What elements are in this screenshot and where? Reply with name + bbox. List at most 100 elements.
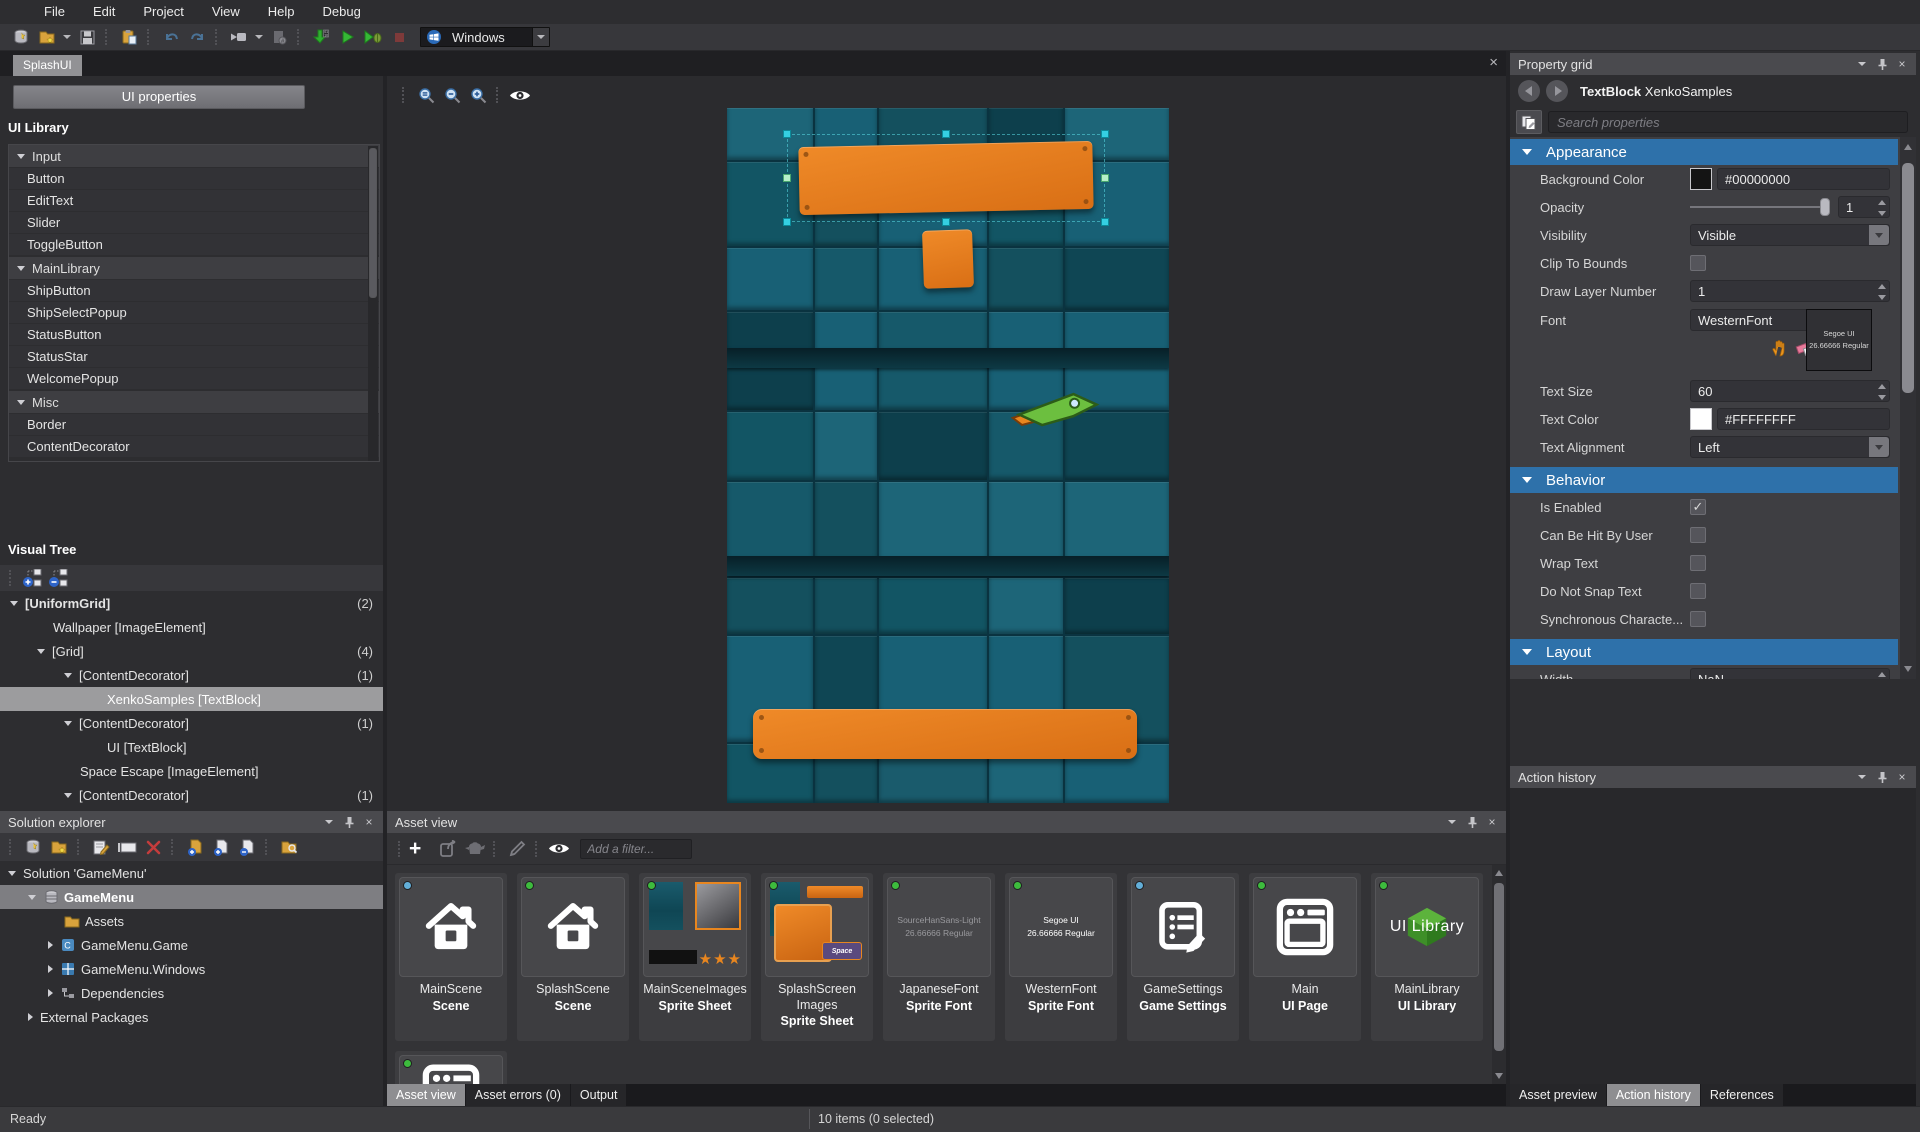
search-properties-input[interactable] [1548, 111, 1908, 133]
asset-tile[interactable]: Main UI Page [1249, 873, 1361, 1041]
color-value-field[interactable]: #FFFFFFFF [1717, 408, 1890, 430]
asset-view-tab[interactable]: Asset errors (0) [465, 1084, 570, 1106]
copy-properties-icon[interactable] [1516, 110, 1542, 134]
checkbox[interactable]: ✓ [1690, 499, 1706, 515]
new-project-icon[interactable] [9, 26, 33, 48]
visual-tree-row[interactable]: TouchStart [TextBlock] [0, 807, 383, 811]
tab-splashui[interactable]: SplashUI [13, 55, 82, 76]
panel-menu-icon[interactable] [1444, 815, 1460, 829]
visual-tree-row[interactable]: Wallpaper [ImageElement] [0, 615, 383, 639]
rename-icon[interactable] [115, 836, 139, 858]
visual-tree-row[interactable]: [ContentDecorator] (1) [0, 663, 383, 687]
add-asset-button[interactable]: + [409, 838, 426, 859]
dropdown[interactable]: Visible [1690, 224, 1890, 246]
stop-icon[interactable] [387, 26, 411, 48]
export-icon[interactable] [437, 838, 461, 860]
color-swatch[interactable] [1690, 168, 1712, 190]
close-icon[interactable]: × [1894, 770, 1910, 784]
visual-tree-row[interactable]: UI [TextBlock] [0, 735, 383, 759]
visual-tree-row[interactable]: Space Escape [ImageElement] [0, 759, 383, 783]
save-icon[interactable] [75, 26, 99, 48]
new-project-icon[interactable] [21, 836, 45, 858]
visibility-icon[interactable] [508, 84, 532, 106]
selection-handle[interactable] [942, 218, 950, 226]
pick-font-icon[interactable] [1766, 337, 1790, 359]
selection-handle[interactable] [783, 130, 791, 138]
solution-item[interactable]: External Packages [0, 1005, 383, 1029]
menu-debug[interactable]: Debug [309, 0, 375, 24]
library-item[interactable]: StatusStar [9, 345, 379, 367]
import-icon[interactable] [117, 26, 141, 48]
platform-selector[interactable]: Windows [420, 27, 550, 47]
library-item[interactable]: ContentDecorator [9, 435, 379, 457]
opacity-slider[interactable] [1690, 196, 1830, 218]
selection-handle[interactable] [1101, 218, 1109, 226]
splash-screen-preview[interactable] [727, 108, 1169, 803]
zoom-in-icon[interactable] [466, 84, 490, 106]
visual-tree-row[interactable]: [UniformGrid] (2) [0, 591, 383, 615]
asset-tile[interactable]: Space SplashScreen Images Sprite Sheet [761, 873, 873, 1041]
checkbox[interactable] [1690, 255, 1706, 271]
selection-handle[interactable] [942, 130, 950, 138]
explore-icon[interactable] [277, 836, 301, 858]
asset-filter-input[interactable] [580, 838, 693, 859]
ui-properties-button[interactable]: UI properties [13, 85, 305, 109]
number-field[interactable]: 60 [1690, 380, 1890, 402]
selection-box[interactable] [787, 134, 1105, 222]
edit-asset-icon[interactable] [505, 838, 529, 860]
zoom-fit-icon[interactable] [414, 84, 438, 106]
forward-icon[interactable] [1546, 80, 1568, 102]
redo-icon[interactable] [185, 26, 209, 48]
visual-tree-row[interactable]: [ContentDecorator] (1) [0, 783, 383, 807]
library-item[interactable]: ToggleButton [9, 233, 379, 255]
chevron-down-icon[interactable] [1869, 437, 1889, 457]
slider-value-field[interactable]: 1 [1838, 196, 1890, 218]
add-existing-item-icon[interactable] [183, 836, 207, 858]
solution-item[interactable]: C GameMenu.Game [0, 933, 383, 957]
close-icon[interactable]: × [361, 815, 377, 829]
close-icon[interactable]: × [1484, 815, 1500, 829]
number-field[interactable]: NaN [1690, 668, 1890, 679]
panel-menu-icon[interactable] [1854, 57, 1870, 71]
property-section-header[interactable]: Layout [1510, 639, 1898, 665]
asset-tile[interactable]: UI Library MainLibrary UI Library [1371, 873, 1483, 1041]
dropdown[interactable]: Left [1690, 436, 1890, 458]
library-item[interactable]: ShipSelectPopup [9, 301, 379, 323]
add-new-item-icon[interactable] [209, 836, 233, 858]
selection-handle[interactable] [783, 218, 791, 226]
right-dock-tab[interactable]: References [1700, 1084, 1783, 1106]
ui-sign[interactable] [922, 229, 974, 289]
asset-tile[interactable]: SourceHanSans-Light 26.66666 Regular Japan… [883, 873, 995, 1041]
library-item[interactable]: WelcomePopup [9, 367, 379, 389]
checkbox[interactable] [1690, 583, 1706, 599]
remove-item-icon[interactable] [235, 836, 259, 858]
visual-tree-row[interactable]: XenkoSamples [TextBlock] [0, 687, 383, 711]
selection-handle[interactable] [783, 174, 791, 182]
back-icon[interactable] [1518, 80, 1540, 102]
asset-tile[interactable]: ★★★ MainSceneImages Sprite Sheet [639, 873, 751, 1041]
asset-tile[interactable]: MainScene Scene [395, 873, 507, 1041]
solution-item[interactable]: Assets [0, 909, 383, 933]
template-icon[interactable] [463, 838, 487, 860]
library-item[interactable]: StatusButton [9, 323, 379, 345]
panel-menu-icon[interactable] [321, 815, 337, 829]
library-item[interactable]: ShipButton [9, 279, 379, 301]
asset-tile[interactable]: Segoe UI 26.66666 Regular WesternFont Sprit… [1005, 873, 1117, 1041]
close-icon[interactable]: × [1894, 57, 1910, 71]
visual-tree-row[interactable]: [ContentDecorator] (1) [0, 711, 383, 735]
menu-help[interactable]: Help [254, 0, 309, 24]
library-item[interactable]: Slider [9, 211, 379, 233]
asset-view-tab[interactable]: Output [570, 1084, 627, 1106]
asset-view-tab[interactable]: Asset view [387, 1084, 465, 1106]
library-group-header[interactable]: Input [9, 145, 379, 167]
space-escape-logo[interactable] [794, 392, 1104, 577]
solution-item[interactable]: GameMenu [0, 885, 383, 909]
remove-element-icon[interactable] [47, 567, 71, 589]
menu-file[interactable]: File [30, 0, 79, 24]
zoom-out-icon[interactable] [440, 84, 464, 106]
solution-item[interactable]: Dependencies [0, 981, 383, 1005]
pin-icon[interactable] [1874, 770, 1890, 784]
asset-view-scrollbar[interactable] [1492, 865, 1506, 1084]
color-swatch[interactable] [1690, 408, 1712, 430]
touch-start-banner[interactable] [753, 709, 1137, 759]
